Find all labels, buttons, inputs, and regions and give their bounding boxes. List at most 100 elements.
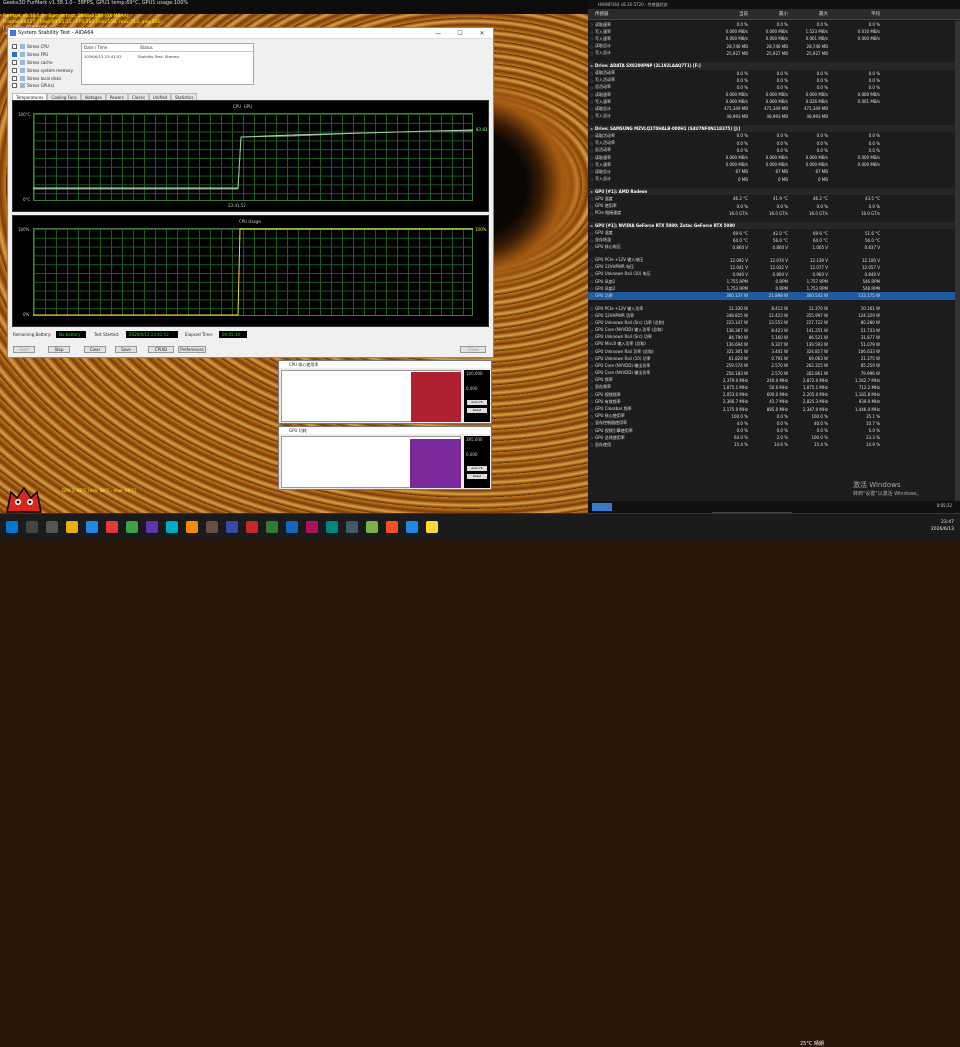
app-icon-1[interactable] [106, 521, 118, 533]
sensor-row[interactable]: ○ GPU 有效频率 2,366.7 MHz 41.7 MHz 2,825.3 MHz 9… [588, 398, 960, 405]
sensor-row[interactable]: ○ GPU 风扇2 1,753 RPM 0 RPM 1,753 RPM 548 RPM [588, 285, 960, 292]
sensor-row[interactable]: ○ 写入速率 0.000 MB/s 0.000 MB/s 0.026 MB/s 0.001… [588, 98, 960, 105]
checkbox-box[interactable] [12, 75, 17, 81]
app-icon-16[interactable] [406, 521, 418, 533]
app-icon-15[interactable] [386, 521, 398, 533]
sensor-row[interactable]: ○ 读取活动率 0.0 % 0.0 % 0.0 % 0.0 % [588, 70, 960, 77]
app-icon-4[interactable] [166, 521, 178, 533]
save-button[interactable]: Save [115, 346, 137, 353]
stress-disks-checkbox[interactable]: Stress local disks [12, 74, 73, 82]
sensor-row[interactable]: ○ 写入活动率 0.0 % 0.0 % 0.0 % 0.0 % [588, 140, 960, 147]
sensor-row[interactable]: ○ 总活动率 0.0 % 0.0 % 0.0 % 0.0 % [588, 84, 960, 91]
sensor-group-header[interactable]: ▪ Drive: SAMSUNG MZVLQ1T0HALB-000H1 (S4U7… [588, 125, 960, 133]
sensor-row[interactable]: ○ 读取速率 0.000 MB/s 0.000 MB/s 0.000 MB/s 0.000… [588, 91, 960, 98]
scrollbar[interactable] [955, 21, 960, 501]
sensor-group-header[interactable]: ▪ Drive: ADATA SX8200PNP (2L192LAAQ7T1) [… [588, 62, 960, 70]
app-icon-14[interactable] [366, 521, 378, 533]
start-icon[interactable] [6, 521, 18, 533]
sensor-row[interactable]: ○ GPU 频率 2,379.0 MHz 240.0 MHz 2,872.0 MHz 1,… [588, 377, 960, 384]
app-icon-8[interactable] [246, 521, 258, 533]
app-icon-10[interactable] [286, 521, 298, 533]
stress-memory-checkbox[interactable]: Stress system memory [12, 66, 73, 74]
sensor-row[interactable]: ○ GPU 总线使用率 64.0 % 2.0 % 100.0 % 23.3 % [588, 434, 960, 441]
sensor-row[interactable]: ○ GPU 核心电压 0.860 V 0.800 V 1.005 V 0.837 V [588, 244, 960, 251]
sensor-row[interactable]: ○ 读取速率 0.0 % 0.0 % 0.0 % 0.0 % [588, 21, 960, 28]
sensor-row[interactable]: ○ GPU 温度 69.6 °C 42.0 °C 69.6 °C 51.6 °C [588, 229, 960, 236]
checkbox-box[interactable] [12, 83, 17, 89]
app-icon-3[interactable] [146, 521, 158, 533]
sensor-row[interactable]: ○ 写入总计 25,927 MB 25,927 MB 25,927 MB [588, 50, 960, 57]
sensor-row[interactable]: ○ GPU 12VHPWR 功率 348.825 W 12.423 W 355.997 … [588, 312, 960, 319]
sensor-row[interactable]: ○ 显存使用 15.4 % 14.6 % 15.4 % 14.9 % [588, 441, 960, 448]
app-icon-7[interactable] [226, 521, 238, 533]
sensor-row[interactable]: ○ 读取总计 28,746 MB 28,746 MB 28,746 MB [588, 43, 960, 50]
sensor-row[interactable]: ○ GPU Unknown Rail (10) 电压 0.940 V 0.800 V 0… [588, 271, 960, 278]
col-current[interactable]: 当前 [708, 11, 748, 17]
sensor-group-header[interactable]: ▪ GPU [#1]: AMD Radeon [588, 188, 960, 196]
maximize-button[interactable]: ☐ [449, 30, 471, 37]
app-icon-17[interactable] [426, 521, 438, 533]
col-avg[interactable]: 平均 [828, 11, 880, 17]
checkbox-box[interactable] [12, 59, 17, 65]
sensor-row[interactable]: ○ 写入总计 48,993 MB 48,993 MB 48,993 MB [588, 113, 960, 120]
col-sensor[interactable]: 传感器 [595, 11, 708, 17]
checkbox-box[interactable] [12, 67, 17, 73]
edge-icon[interactable] [86, 521, 98, 533]
app-icon-11[interactable] [306, 521, 318, 533]
sensor-row[interactable]: ○ GPU 温度 46.2 °C 41.9 °C 46.2 °C 43.5 °C [588, 195, 960, 202]
stress-cpu-checkbox[interactable]: Stress CPU [12, 43, 73, 51]
taskview-icon[interactable] [46, 521, 58, 533]
weather-widget[interactable]: 25°C 晴朗 [800, 1040, 824, 1047]
minimize-button[interactable]: — [427, 30, 449, 37]
app-icon-13[interactable] [346, 521, 358, 533]
log-col-date[interactable]: Date / Time [82, 44, 138, 51]
sensor-group-header[interactable]: ▪ GPU [#1]: NVIDIA GeForce RTX 5080: Zota… [588, 222, 960, 230]
clear-button[interactable]: Clear [84, 346, 106, 353]
sensor-row[interactable]: ○ 总活动率 0.0 % 0.0 % 0.0 % 0.0 % [588, 147, 960, 154]
sensor-row[interactable]: ○ 读取速率 0.000 MB/s 0.000 MB/s 0.000 MB/s 0.000… [588, 154, 960, 161]
sensor-row[interactable]: ○ GPU Misc0 输入功率 (总和) 136.694 W 6.327 W 139.… [588, 341, 960, 348]
sensor-row[interactable]: ○ GPU 视频频率 2,053.0 MHz 600.0 MHz 2,205.0 MHz… [588, 391, 960, 398]
sensor-row[interactable]: ○ GPU 风扇1 1,755 RPM 0 RPM 1,757 RPM 546 RPM [588, 278, 960, 285]
sensor-row[interactable]: ○ GPU 视频引擎使用率 0.0 % 0.0 % 0.0 % 0.0 % [588, 427, 960, 434]
sensor-row[interactable]: ○ 读取活动率 0.0 % 0.0 % 0.0 % 0.0 % [588, 132, 960, 139]
log-col-status[interactable]: Status [138, 44, 155, 51]
sensor-row[interactable]: ○ 显存控制器使用率 4.0 % 0.0 % 40.0 % 10.7 % [588, 420, 960, 427]
app-icon-5[interactable] [186, 521, 198, 533]
sensor-row[interactable]: ○ 写入速率 0.000 MB/s 0.000 MB/s 0.061 MB/s 0.000… [588, 35, 960, 42]
app-icon-6[interactable] [206, 521, 218, 533]
cpuid-button[interactable]: CPUID [148, 346, 174, 353]
stress-cache-checkbox[interactable]: Stress cache [12, 59, 73, 67]
app-icon-2[interactable] [126, 521, 138, 533]
stress-gpu-checkbox[interactable]: Stress GPU(s) [12, 82, 73, 90]
stop-button[interactable]: Stop [48, 346, 70, 353]
stress-fpu-checkbox[interactable]: Stress FPU [12, 51, 73, 59]
sensor-row[interactable]: ○ GPU Core (NVVDD) 输出功率 259.574 W 2.570 W 26… [588, 362, 960, 369]
reset-button[interactable]: Reset [467, 474, 487, 479]
auto-fit-button[interactable]: Auto Fit [467, 400, 487, 405]
sensor-row[interactable]: ○ GPU 12VHPWR 电压 12.041 V 12.032 V 12.077 V 1… [588, 264, 960, 271]
sensor-row[interactable]: ○ GPU Unknown Rail 功率 (总和) 321.301 W 3.441 … [588, 348, 960, 355]
sensor-row[interactable]: ○ 写入速率 0.000 MB/s 0.000 MB/s 0.000 MB/s 0.000… [588, 161, 960, 168]
sensor-row[interactable]: ○ GPU Crossbar 频率 2,175.0 MHz 885.0 MHz 2,34… [588, 405, 960, 412]
sensor-row[interactable]: ○ GPU 功率 360.137 W 21.898 W 360.542 W 133.175… [588, 292, 960, 300]
reset-button[interactable]: Reset [467, 408, 487, 413]
hwinfo-title[interactable]: HWiNFO64 v8.26-5720 - 传感器状态 [588, 0, 960, 9]
sensor-row[interactable]: ○ 读取总计 67 MB 67 MB 67 MB [588, 168, 960, 175]
app-icon-12[interactable] [326, 521, 338, 533]
sensor-row[interactable]: ○ GPU Unknown Rail (10) 功率 61.828 W 0.791 W… [588, 355, 960, 362]
sensor-row[interactable]: ○ 显存结温 64.0 °C 56.0 °C 64.0 °C 56.0 °C [588, 237, 960, 244]
auto-fit-button[interactable]: Auto Fit [467, 466, 487, 471]
sensor-row[interactable]: ○ 显存频率 1,875.1 MHz 50.6 MHz 1,875.1 MHz 713.2… [588, 384, 960, 391]
sensor-row[interactable]: ○ 写入速率 0.000 MB/s 0.000 MB/s 1.523 MB/s 0.010… [588, 28, 960, 35]
col-max[interactable]: 最大 [788, 11, 828, 17]
search-icon[interactable] [26, 521, 38, 533]
stability-title-bar[interactable]: System Stability Test - AIDA64 — ☐ ✕ [8, 28, 493, 39]
start-button[interactable]: Start [13, 346, 35, 353]
sensor-row[interactable]: ○ GPU Core (NVVDD) 输入功率 (总和) 138.367 W 8.42… [588, 327, 960, 334]
sensor-row[interactable]: ○ PCIe 链接速度 16.0 GT/s 16.0 GT/s 16.0 GT/s 16.… [588, 210, 960, 217]
sensor-row[interactable]: ○ 读取总计 471,349 MB 471,349 MB 471,349 MB [588, 105, 960, 112]
sensor-row[interactable]: ○ 写入活动率 0.0 % 0.0 % 0.0 % 0.0 % [588, 77, 960, 84]
col-min[interactable]: 最小 [748, 11, 788, 17]
app-icon-9[interactable] [266, 521, 278, 533]
